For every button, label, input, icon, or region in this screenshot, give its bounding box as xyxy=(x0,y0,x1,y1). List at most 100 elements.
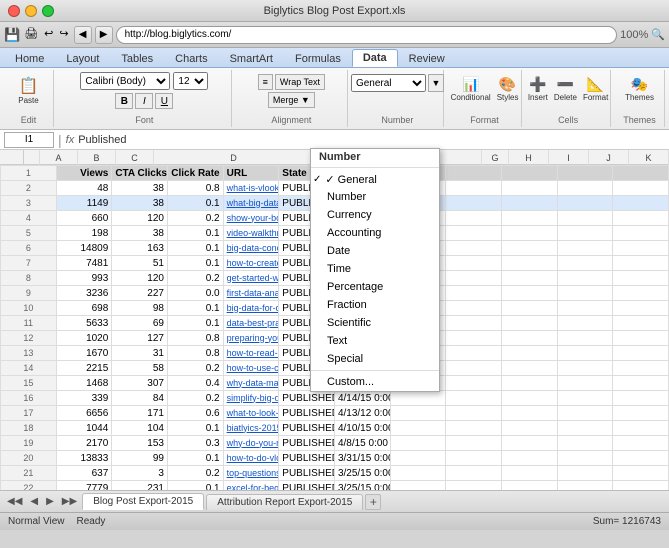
cell-click-rate[interactable]: 0.2 xyxy=(167,211,223,226)
cell-cta[interactable]: 99 xyxy=(112,451,168,466)
close-button[interactable] xyxy=(8,5,20,17)
maximize-button[interactable] xyxy=(42,5,54,17)
cell-views[interactable]: 14809 xyxy=(56,241,112,256)
cell-url[interactable]: top-questions-about-big-data xyxy=(223,466,279,481)
cell-empty[interactable] xyxy=(557,376,613,391)
cell-empty[interactable] xyxy=(613,421,669,436)
cell-views[interactable]: 660 xyxy=(56,211,112,226)
cell-empty[interactable] xyxy=(446,376,502,391)
cell-empty[interactable] xyxy=(501,391,557,406)
cell-empty[interactable] xyxy=(446,226,502,241)
cell-empty[interactable] xyxy=(613,346,669,361)
cell-empty[interactable] xyxy=(501,481,557,491)
font-size-select[interactable]: 12 xyxy=(173,72,208,90)
cell-empty[interactable] xyxy=(501,361,557,376)
cell-empty[interactable] xyxy=(501,226,557,241)
cell-empty[interactable] xyxy=(557,346,613,361)
url-link[interactable]: excel-for-beginners xyxy=(227,483,279,491)
cell-empty[interactable] xyxy=(390,406,446,421)
cell-empty[interactable] xyxy=(501,376,557,391)
col-header-b[interactable]: B xyxy=(78,150,116,165)
dropdown-item-custom[interactable]: Custom... xyxy=(311,373,439,391)
dropdown-item-fraction[interactable]: Fraction xyxy=(311,296,439,314)
formula-input[interactable] xyxy=(78,134,665,146)
cell-empty[interactable] xyxy=(501,466,557,481)
cell-empty[interactable] xyxy=(501,316,557,331)
number-dropdown-button[interactable]: ▼ xyxy=(428,74,444,92)
paste-button[interactable]: 📋 Paste xyxy=(16,74,40,107)
cell-empty[interactable] xyxy=(613,361,669,376)
url-link[interactable]: top-questions-about-big-data xyxy=(227,468,279,478)
col-header-a[interactable]: A xyxy=(40,150,78,165)
cell-empty[interactable] xyxy=(557,481,613,491)
merge-button[interactable]: Merge ▼ xyxy=(268,92,315,108)
url-link[interactable]: what-is-vlookup xyxy=(227,183,279,193)
cell-empty[interactable] xyxy=(501,301,557,316)
conditional-formatting-button[interactable]: 📊 Conditional xyxy=(449,74,493,104)
cell-click-rate[interactable]: 0.4 xyxy=(167,376,223,391)
cell-empty[interactable] xyxy=(557,211,613,226)
url-link[interactable]: first-data-analysis xyxy=(227,288,279,298)
styles-button[interactable]: 🎨 Styles xyxy=(495,74,521,104)
add-sheet-button[interactable]: + xyxy=(365,494,381,510)
cell-click-rate[interactable]: 0.8 xyxy=(167,331,223,346)
tab-smartart[interactable]: SmartArt xyxy=(219,49,284,67)
cell-empty[interactable] xyxy=(613,241,669,256)
save-icon[interactable]: 💾 xyxy=(4,27,20,43)
cell-empty[interactable] xyxy=(613,181,669,196)
cell-click-rate[interactable]: 0.2 xyxy=(167,391,223,406)
italic-button[interactable]: I xyxy=(135,93,153,109)
cell-empty[interactable] xyxy=(613,316,669,331)
cell-click-rate[interactable]: 0.2 xyxy=(167,361,223,376)
cell-empty[interactable] xyxy=(390,436,446,451)
col-header-i[interactable]: I xyxy=(549,150,589,165)
cell-cta[interactable]: 127 xyxy=(112,331,168,346)
cell-empty[interactable] xyxy=(501,406,557,421)
cell-empty[interactable] xyxy=(446,406,502,421)
cell-views[interactable]: 13833 xyxy=(56,451,112,466)
align-left-button[interactable]: ≡ xyxy=(258,74,273,90)
cell-empty[interactable] xyxy=(613,226,669,241)
cell-click-rate[interactable]: 0.1 xyxy=(167,256,223,271)
cell-empty[interactable] xyxy=(613,376,669,391)
col-header-j[interactable]: J xyxy=(589,150,629,165)
dropdown-item-time[interactable]: Time xyxy=(311,260,439,278)
font-family-select[interactable]: Calibri (Body) xyxy=(80,72,170,90)
cell-click-rate[interactable]: Click Rate xyxy=(167,166,223,181)
cell-empty[interactable] xyxy=(557,466,613,481)
cell-cta[interactable]: 38 xyxy=(112,181,168,196)
url-link[interactable]: what-to-look-for-in-data-software xyxy=(227,408,279,418)
cell-empty[interactable] xyxy=(446,391,502,406)
delete-button[interactable]: ➖ Delete xyxy=(552,74,579,104)
cell-views[interactable]: 339 xyxy=(56,391,112,406)
cell-click-rate[interactable]: 0.1 xyxy=(167,301,223,316)
cell-url[interactable]: what-big-data-means xyxy=(223,196,279,211)
cell-empty[interactable] xyxy=(557,196,613,211)
bold-button[interactable]: B xyxy=(115,93,133,109)
cell-cta[interactable]: 58 xyxy=(112,361,168,376)
window-controls[interactable] xyxy=(8,5,54,17)
cell-published[interactable]: 4/13/12 0:00 4:58:45 PM xyxy=(334,406,390,421)
cell-empty[interactable] xyxy=(613,331,669,346)
sheet-prev-button[interactable]: ◀ xyxy=(27,496,41,507)
cell-url[interactable]: what-to-look-for-in-data-software xyxy=(223,406,279,421)
tab-data[interactable]: Data xyxy=(352,49,398,67)
cell-url[interactable]: data-best-practices-slideshare xyxy=(223,316,279,331)
url-link[interactable]: get-started-with-big-data xyxy=(227,273,279,283)
undo-icon[interactable]: ↩ xyxy=(42,27,55,43)
cell-url[interactable]: why-do-you-need-big-data xyxy=(223,436,279,451)
url-link[interactable]: video-walkthrough-excel xyxy=(227,228,279,238)
cell-views[interactable]: 7779 xyxy=(56,481,112,491)
cell-click-rate[interactable]: 0.1 xyxy=(167,316,223,331)
cell-empty[interactable] xyxy=(501,421,557,436)
cell-views[interactable]: 698 xyxy=(56,301,112,316)
cell-published[interactable]: 3/25/15 0:00 6:53:13 AM xyxy=(334,481,390,491)
dropdown-item-general[interactable]: ✓ General xyxy=(311,170,439,188)
cell-state[interactable]: PUBLISHED xyxy=(279,451,335,466)
cell-cta[interactable]: 98 xyxy=(112,301,168,316)
cell-empty[interactable] xyxy=(613,451,669,466)
cell-empty[interactable] xyxy=(446,211,502,226)
cell-empty[interactable] xyxy=(557,286,613,301)
number-format-select[interactable]: General Number Currency Accounting Date … xyxy=(351,74,426,92)
cell-url[interactable]: biatlyics-2015-conference xyxy=(223,421,279,436)
